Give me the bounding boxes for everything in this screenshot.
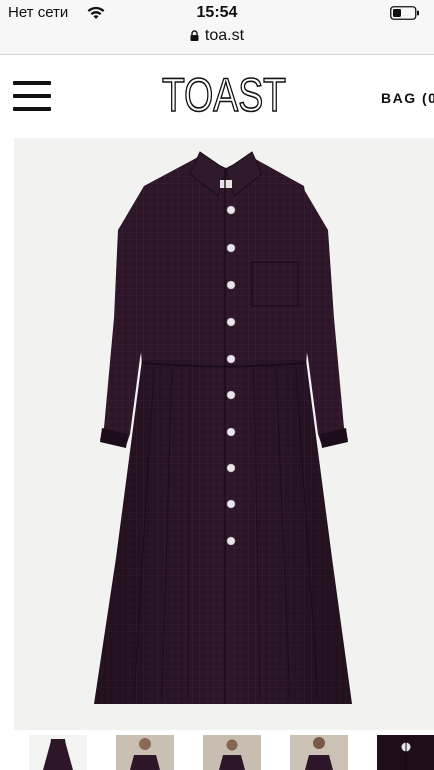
button-detail-thumbnail[interactable] <box>377 735 434 770</box>
model-back-thumbnail[interactable] <box>290 735 348 770</box>
model-side-thumbnail[interactable] <box>203 735 261 770</box>
url-display[interactable]: toa.st <box>0 27 434 45</box>
url-text: toa.st <box>204 27 245 44</box>
status-bar: Нет сети 15:54 <box>0 0 434 26</box>
browser-address-bar[interactable]: toa.st <box>0 26 434 55</box>
logo-text: TOAST <box>162 69 286 121</box>
lock-icon <box>190 30 199 41</box>
product-main-image[interactable] <box>14 138 434 730</box>
model-front-thumbnail[interactable] <box>116 735 174 770</box>
site-header: TOAST BAG (0 <box>0 55 434 135</box>
hamburger-menu-icon[interactable] <box>13 81 51 111</box>
toast-logo[interactable]: TOAST <box>160 69 288 121</box>
thumbnail-strip <box>0 735 434 770</box>
clock: 15:54 <box>196 4 238 21</box>
battery-icon <box>390 6 419 20</box>
bag-link[interactable]: BAG (0 <box>381 90 434 106</box>
dress-illustration <box>94 151 352 704</box>
dress-front-thumbnail[interactable] <box>29 735 87 770</box>
